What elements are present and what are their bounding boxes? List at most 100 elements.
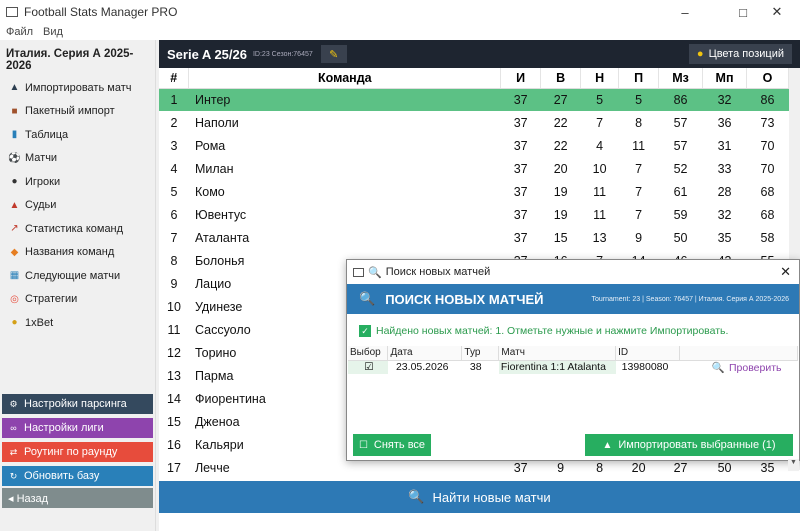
position: 13 xyxy=(167,368,181,383)
sidebar-item-1[interactable]: ■ Пакетный импорт xyxy=(0,100,155,124)
col-header[interactable]: Н xyxy=(580,68,620,89)
table-row[interactable]: 3 Рома 37 22 4 11 57 31 70 xyxy=(159,134,789,157)
sidebar-bottom-button-0[interactable]: ⚙ Настройки парсинга xyxy=(2,394,153,414)
stat-cell: 73 xyxy=(760,115,775,130)
sidebar-item-6[interactable]: ↗ Статистика команд xyxy=(0,217,155,241)
sidebar-bottom-button-4[interactable]: ◂ Назад xyxy=(2,488,153,508)
minimize-button[interactable]: – xyxy=(662,0,708,24)
deselect-all-label: Снять все xyxy=(373,439,426,451)
stat-cell: 10 xyxy=(592,161,607,176)
sidebar-item-9[interactable]: ◎ Стратегии xyxy=(0,288,155,312)
menu-file[interactable]: Файл xyxy=(6,26,33,38)
square-icon: ☐ xyxy=(358,439,368,451)
position: 14 xyxy=(167,391,181,406)
sidebar-item-2[interactable]: ▮ Таблица xyxy=(0,123,155,147)
stat-cell: 8 xyxy=(635,115,643,130)
sidebar-item-label: Матчи xyxy=(25,152,58,165)
table-row[interactable]: 5 Комо 37 19 11 7 61 28 68 xyxy=(159,180,789,203)
table-row[interactable]: 2 Наполи 37 22 7 8 57 36 73 xyxy=(159,111,789,134)
table-row[interactable]: 7 Аталанта 37 15 13 9 50 35 58 xyxy=(159,226,789,249)
col-header[interactable]: ID xyxy=(615,346,681,361)
sidebar-item-3[interactable]: ⚽ Матчи xyxy=(0,147,155,171)
sidebar-bottom-button-3[interactable]: ↻ Обновить базу xyxy=(2,466,153,486)
team-name: Милан xyxy=(194,161,234,176)
col-header[interactable]: Тур xyxy=(461,346,500,361)
team-name: Наполи xyxy=(194,115,239,130)
stat-cell: 11 xyxy=(593,207,607,222)
search-icon: 🔍 xyxy=(359,291,376,306)
deselect-all-button[interactable]: ☐ Снять все xyxy=(353,434,431,456)
find-new-matches-button[interactable]: 🔍 Найти новые матчи xyxy=(159,481,800,513)
check-link[interactable]: 🔍 Проверить xyxy=(680,360,798,374)
position-colors-button[interactable]: ● Цвета позиций xyxy=(688,44,792,64)
table-row[interactable]: 4 Милан 37 20 10 7 52 33 70 xyxy=(159,157,789,180)
stat-cell: 86 xyxy=(746,88,789,111)
col-header[interactable]: О xyxy=(746,68,789,89)
sidebar: Италия. Серия А 2025-2026 ▲ Импортировать… xyxy=(0,40,156,531)
edit-button[interactable]: ✎ xyxy=(320,45,347,63)
col-header[interactable]: И xyxy=(500,68,542,89)
position-colors-label: Цвета позиций xyxy=(708,48,784,60)
position: 11 xyxy=(167,322,181,337)
sidebar-item-label: 1xBet xyxy=(25,316,54,329)
sidebar-item-5[interactable]: ▲ Судьи xyxy=(0,194,155,218)
sidebar-item-4[interactable]: ● Игроки xyxy=(0,170,155,194)
stat-cell: 19 xyxy=(553,184,568,199)
dialog-close-icon[interactable]: ✕ xyxy=(780,264,791,280)
refresh-icon: ↻ xyxy=(9,470,18,481)
stat-cell: 57 xyxy=(673,138,688,153)
table-row[interactable]: 1 Интер 37 27 5 5 86 32 86 xyxy=(159,88,789,111)
league-title: Италия. Серия А 2025-2026 xyxy=(6,48,134,72)
shuffle-icon: ⇄ xyxy=(9,446,18,457)
col-header[interactable]: Команда xyxy=(188,68,502,89)
position: 12 xyxy=(167,345,181,360)
stat-cell: 11 xyxy=(593,184,607,199)
sidebar-bottom-button-2[interactable]: ⇄ Роутинг по раунду xyxy=(2,442,153,462)
col-header[interactable]: В xyxy=(540,68,582,89)
app-icon xyxy=(6,7,18,17)
col-header[interactable]: Дата xyxy=(387,346,463,361)
col-header[interactable]: Выбор xyxy=(348,346,389,361)
league-short-title: Serie A 25/26 xyxy=(167,46,247,62)
col-header xyxy=(679,346,798,361)
stat-cell: 32 xyxy=(717,207,732,222)
stat-cell: 35 xyxy=(717,230,732,245)
tag-icon: ◆ xyxy=(10,246,19,258)
menu-view[interactable]: Вид xyxy=(43,26,63,38)
select-checkbox[interactable]: ☑ xyxy=(348,360,388,374)
table-row[interactable]: 6 Ювентус 37 19 11 7 59 32 68 xyxy=(159,203,789,226)
table-row[interactable]: ☑ 23.05.2026 38 Fiorentina 1:1 Atalanta … xyxy=(348,360,798,374)
scroll-down-arrow[interactable]: ▼ xyxy=(788,459,799,471)
col-header[interactable]: # xyxy=(159,68,190,89)
stat-cell: 37 xyxy=(513,230,528,245)
stat-cell: 9 xyxy=(635,230,643,245)
found-message: ✓ Найдено новых матчей: 1. Отметьте нужн… xyxy=(359,324,799,338)
stat-cell: 7 xyxy=(635,207,643,222)
stat-cell: 59 xyxy=(673,207,688,222)
sidebar-item-label: Судьи xyxy=(25,199,57,212)
stat-cell: 5 xyxy=(580,88,619,111)
col-header[interactable]: П xyxy=(618,68,660,89)
match-date: 23.05.2026 xyxy=(395,361,449,374)
sidebar-item-10[interactable]: ● 1xBet xyxy=(0,311,155,335)
col-header[interactable]: Мз xyxy=(658,68,704,89)
stat-cell: 58 xyxy=(760,230,775,245)
stat-cell: 52 xyxy=(673,161,688,176)
sidebar-bottom-button-1[interactable]: ∞ Настройки лиги xyxy=(2,418,153,438)
stat-cell: 37 xyxy=(500,88,541,111)
import-selected-button[interactable]: ▲ Импортировать выбранные (1) xyxy=(585,434,793,456)
stat-cell: 37 xyxy=(513,207,528,222)
sidebar-item-0[interactable]: ▲ Импортировать матч xyxy=(0,76,155,100)
stat-cell: 5 xyxy=(618,88,659,111)
sidebar-item-8[interactable]: ▦ Следующие матчи xyxy=(0,264,155,288)
col-header[interactable]: Мп xyxy=(702,68,747,89)
close-button[interactable]: ✕ xyxy=(754,0,800,24)
sidebar-item-7[interactable]: ◆ Названия команд xyxy=(0,241,155,265)
position: 6 xyxy=(170,207,178,222)
col-header[interactable]: Матч xyxy=(498,346,617,361)
person-icon: ● xyxy=(11,176,18,188)
match-id: 13980080 xyxy=(621,361,669,374)
palette-icon: ● xyxy=(696,48,704,60)
search-icon: 🔍 xyxy=(711,361,725,374)
position: 16 xyxy=(167,437,181,452)
